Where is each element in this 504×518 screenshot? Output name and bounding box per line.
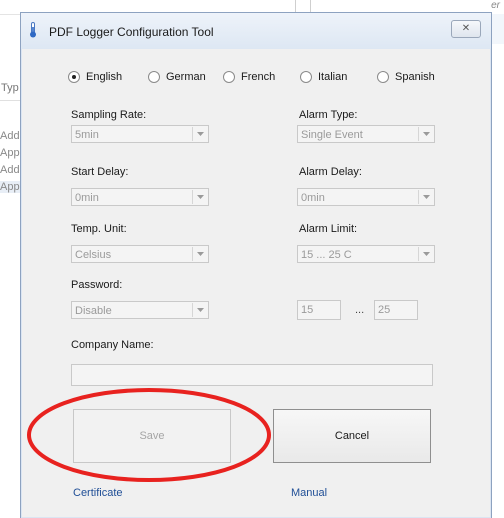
background-list-item: App <box>0 147 20 159</box>
select-value: 5min <box>75 129 99 141</box>
thermometer-icon <box>30 22 36 38</box>
select-value: 0min <box>75 192 99 204</box>
company-name-input[interactable] <box>71 364 433 386</box>
radio-empty-icon <box>148 71 160 83</box>
select-value: 0min <box>301 192 325 204</box>
alarm-limit-select[interactable]: 15 ... 25 C <box>297 245 435 263</box>
chevron-down-icon <box>418 247 433 261</box>
alarm-delay-label: Alarm Delay: <box>299 166 362 178</box>
alarm-limit-high-input[interactable]: 25 <box>374 300 418 320</box>
radio-german[interactable]: German <box>148 70 206 84</box>
chevron-down-icon <box>192 247 207 261</box>
password-label: Password: <box>71 279 123 291</box>
range-separator: ... <box>355 304 365 316</box>
alarm-type-label: Alarm Type: <box>299 109 358 121</box>
background-list-item: App <box>0 181 20 193</box>
password-select[interactable]: Disable <box>71 301 209 319</box>
alarm-limit-low-input[interactable]: 15 <box>297 300 341 320</box>
close-icon: ✕ <box>461 23 471 34</box>
chevron-down-icon <box>418 190 433 204</box>
chevron-down-icon <box>418 127 433 141</box>
radio-label: Italian <box>318 71 348 83</box>
radio-french[interactable]: French <box>223 70 275 84</box>
radio-italian[interactable]: Italian <box>300 70 347 84</box>
save-button[interactable]: Save <box>73 409 231 463</box>
certificate-link[interactable]: Certificate <box>73 487 123 499</box>
radio-label: German <box>166 71 206 83</box>
sampling-rate-label: Sampling Rate: <box>71 109 147 121</box>
background-list-item: Add <box>0 130 20 142</box>
radio-empty-icon <box>223 71 235 83</box>
dialog-title: PDF Logger Configuration Tool <box>49 25 214 39</box>
select-value: Disable <box>75 305 112 317</box>
chevron-down-icon <box>192 127 207 141</box>
radio-spanish[interactable]: Spanish <box>377 70 435 84</box>
background-divider <box>0 100 20 101</box>
company-name-label: Company Name: <box>71 339 154 351</box>
config-dialog: PDF Logger Configuration Tool ✕ English … <box>20 12 492 518</box>
chevron-down-icon <box>192 190 207 204</box>
sampling-rate-select[interactable]: 5min <box>71 125 209 143</box>
radio-label: Spanish <box>395 71 435 83</box>
select-value: Celsius <box>75 249 112 261</box>
radio-label: English <box>86 71 123 83</box>
radio-selected-icon <box>68 71 80 83</box>
alarm-type-select[interactable]: Single Event <box>297 125 435 143</box>
temp-unit-label: Temp. Unit: <box>71 223 127 235</box>
background-left-panel <box>0 40 20 517</box>
select-value: 15 ... 25 C <box>301 249 352 261</box>
radio-empty-icon <box>300 71 312 83</box>
select-value: Single Event <box>301 129 363 141</box>
start-delay-select[interactable]: 0min <box>71 188 209 206</box>
manual-link[interactable]: Manual <box>291 487 327 499</box>
dialog-titlebar[interactable]: PDF Logger Configuration Tool ✕ <box>21 13 491 49</box>
radio-label: French <box>241 71 276 83</box>
cancel-button[interactable]: Cancel <box>273 409 431 463</box>
temp-unit-select[interactable]: Celsius <box>71 245 209 263</box>
radio-english[interactable]: English <box>68 70 122 84</box>
close-button[interactable]: ✕ <box>451 20 481 38</box>
background-list-item: Add <box>0 164 20 176</box>
background-column-header: Typ <box>1 82 19 94</box>
alarm-delay-select[interactable]: 0min <box>297 188 435 206</box>
start-delay-label: Start Delay: <box>71 166 129 178</box>
alarm-limit-label: Alarm Limit: <box>299 223 358 235</box>
chevron-down-icon <box>192 303 207 317</box>
radio-empty-icon <box>377 71 389 83</box>
